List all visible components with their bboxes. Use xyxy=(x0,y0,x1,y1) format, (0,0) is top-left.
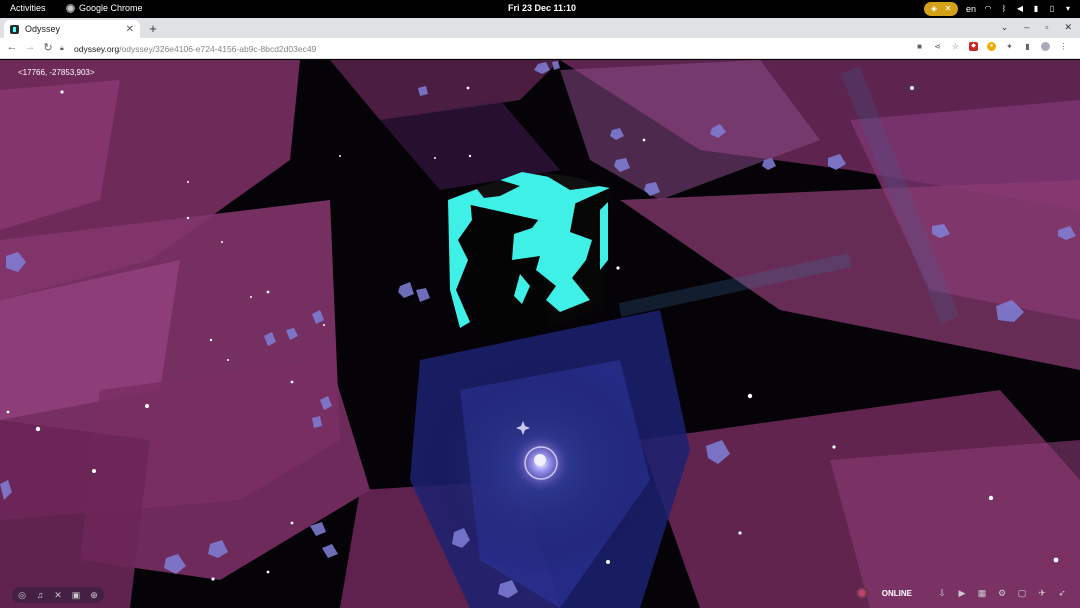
calendar-icon[interactable]: ▣ xyxy=(70,589,82,601)
coordinates-readout: <17766, -27853,903> xyxy=(18,68,95,77)
microphone-icon[interactable]: ▮ xyxy=(1032,5,1040,13)
app-name: Google Chrome xyxy=(79,3,143,13)
video-icon[interactable]: ▶ xyxy=(956,587,968,599)
maximize-button[interactable]: ▫ xyxy=(1045,22,1048,33)
extensions-puzzle-icon[interactable]: ✦ xyxy=(1005,42,1014,51)
hud-right-toolbar: ONLINE ⇩ ▶ ▦ ⚙ ▢ ✈ ➶ xyxy=(855,587,1068,599)
address-bar[interactable]: 🔒︎ odyssey.org /odyssey/326e4106-e724-41… xyxy=(60,40,910,57)
glyph-cube[interactable] xyxy=(448,172,610,342)
window-controls: ⌄ – ▫ ✕ xyxy=(1001,22,1072,33)
volume-icon[interactable]: ◀ xyxy=(1016,5,1024,13)
chrome-icon xyxy=(66,3,75,13)
settings-icon[interactable]: ⚙ xyxy=(996,587,1008,599)
app-menu[interactable]: Google Chrome xyxy=(66,3,143,13)
close-window-button[interactable]: ✕ xyxy=(1064,22,1072,33)
bluetooth-icon[interactable]: ᛒ xyxy=(1000,5,1008,13)
lock-icon[interactable]: 🔒︎ xyxy=(60,45,68,53)
minimize-button[interactable]: – xyxy=(1024,22,1029,33)
shield-icon: ◈ xyxy=(930,4,938,13)
space-scene xyxy=(0,60,1080,608)
explore-icon[interactable]: ✕ xyxy=(52,589,64,601)
url-host: odyssey.org xyxy=(74,43,120,54)
chat-icon[interactable]: ▢ xyxy=(1016,587,1028,599)
toolbar-actions: ■ ⋖ ☆ ◆ ● ✦ ▮ ⋮ xyxy=(915,42,1068,51)
browser-toolbar: ← → ↻ 🔒︎ odyssey.org /odyssey/326e4106-e… xyxy=(0,38,1080,59)
download-icon[interactable]: ⇩ xyxy=(936,587,948,599)
online-status: ONLINE xyxy=(881,588,912,598)
user-avatar[interactable] xyxy=(855,587,868,599)
tab-title: Odyssey xyxy=(25,24,61,34)
reload-button[interactable]: ↻ xyxy=(42,41,54,54)
notifications-bell-icon[interactable]: ♫ xyxy=(34,589,46,601)
language-indicator[interactable]: en xyxy=(966,4,976,14)
status-pill[interactable]: ◈ ✕ xyxy=(923,2,958,16)
extension-shield-icon[interactable]: ◆ xyxy=(969,42,978,51)
odyssey-logo-icon[interactable]: ◎ xyxy=(16,589,28,601)
extension-coin-icon[interactable]: ● xyxy=(987,42,996,51)
tab-odyssey[interactable]: Odyssey ✕ xyxy=(4,20,140,38)
chrome-menu-icon[interactable]: ⋮ xyxy=(1059,42,1068,51)
odyssey-favicon-icon xyxy=(10,24,19,34)
fly-icon[interactable]: ✈ xyxy=(1036,587,1048,599)
forward-button[interactable]: → xyxy=(24,41,36,53)
tab-close-icon[interactable]: ✕ xyxy=(126,24,134,35)
tab-strip: Odyssey ✕ + ⌄ – ▫ ✕ xyxy=(0,18,1080,38)
battery-icon[interactable]: ▯ xyxy=(1048,5,1056,13)
bookmark-star-icon[interactable]: ☆ xyxy=(951,42,960,51)
activities-button[interactable]: Activities xyxy=(10,3,46,13)
share-icon[interactable]: ⋖ xyxy=(933,42,942,51)
url-path: /odyssey/326e4106-e724-4156-ab9c-8bcd2d0… xyxy=(119,43,317,54)
system-tray: ◈ ✕ en ◠ ᛒ ◀ ▮ ▯ ▾ xyxy=(923,1,1072,17)
wifi-icon[interactable]: ◠ xyxy=(984,5,992,13)
tab-search-icon[interactable]: ⌄ xyxy=(1001,22,1009,33)
new-tab-button[interactable]: + xyxy=(146,21,160,36)
profile-avatar-icon[interactable] xyxy=(1041,42,1050,51)
bottom-hud: ◎ ♫ ✕ ▣ ⊕ ONLINE ⇩ ▶ ▦ ⚙ ▢ ✈ ➶ xyxy=(0,582,1080,608)
camera-icon[interactable]: ■ xyxy=(915,42,924,51)
system-top-bar: Activities Google Chrome Fri 23 Dec 11:1… xyxy=(0,0,1080,18)
hud-left-toolbar: ◎ ♫ ✕ ▣ ⊕ xyxy=(12,587,104,603)
rocket-icon[interactable]: ➶ xyxy=(1056,587,1068,599)
clock[interactable]: Fri 23 Dec 11:10 xyxy=(508,3,576,13)
power-menu-icon[interactable]: ▾ xyxy=(1064,5,1072,13)
odyssey-3d-canvas[interactable]: <17766, -27853,903> xyxy=(0,60,1080,608)
side-panel-icon[interactable]: ▮ xyxy=(1023,42,1032,51)
world-icon[interactable]: ⊕ xyxy=(88,589,100,601)
close-icon: ✕ xyxy=(944,4,952,13)
calendar-view-icon[interactable]: ▦ xyxy=(976,587,988,599)
back-button[interactable]: ← xyxy=(6,41,18,53)
